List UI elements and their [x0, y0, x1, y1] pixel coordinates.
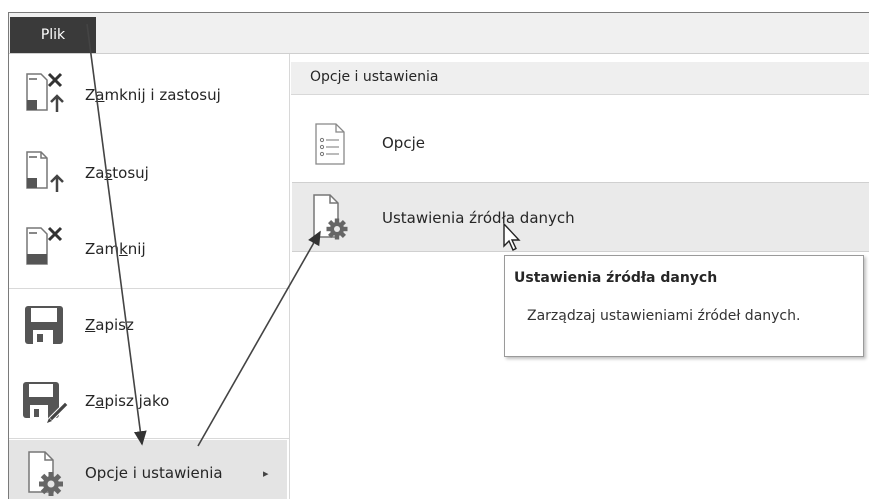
save-item[interactable]: Zapisz	[9, 290, 287, 360]
save-as-icon	[19, 376, 69, 426]
options-item[interactable]: Opcje	[292, 110, 869, 178]
save-label: Zapisz	[85, 316, 134, 334]
save-icon	[19, 300, 69, 350]
close-and-apply-label: Zamknij i zastosuj	[85, 86, 221, 104]
tooltip-description: Zarządzaj ustawieniami źródeł danych.	[527, 308, 801, 324]
close-apply-icon	[19, 70, 69, 120]
mouse-cursor-icon	[503, 222, 521, 251]
options-and-settings-item[interactable]: Opcje i ustawienia ▸	[9, 440, 287, 499]
apply-label: Zastosuj	[85, 164, 149, 182]
options-and-settings-label: Opcje i ustawienia	[85, 464, 223, 482]
tooltip: Ustawienia źródła danych Zarządzaj ustaw…	[504, 255, 864, 357]
panel-header: Opcje i ustawienia	[291, 62, 869, 95]
options-label: Opcje	[382, 134, 425, 152]
close-and-apply-item[interactable]: Zamknij i zastosuj	[9, 60, 287, 130]
submenu-arrow-icon: ▸	[263, 466, 269, 480]
save-as-label: Zapisz jako	[85, 392, 170, 410]
panel-header-label: Opcje i ustawienia	[310, 69, 439, 85]
save-as-item[interactable]: Zapisz jako	[9, 366, 287, 436]
menu-bar: Plik	[9, 13, 869, 54]
backstage-left-menu: Zamknij i zastosuj Zastosuj Zamknij Zapi…	[9, 54, 290, 499]
file-tab[interactable]: Plik	[10, 17, 96, 53]
options-settings-icon	[19, 448, 69, 498]
close-item[interactable]: Zamknij	[9, 214, 287, 284]
data-source-settings-item[interactable]: Ustawienia źródła danych	[292, 182, 869, 252]
apply-icon	[19, 148, 69, 198]
close-icon	[19, 224, 69, 274]
close-label: Zamknij	[85, 240, 146, 258]
tooltip-title: Ustawienia źródła danych	[514, 270, 718, 286]
options-list-icon	[310, 120, 350, 168]
data-source-settings-label: Ustawienia źródła danych	[382, 209, 575, 227]
apply-item[interactable]: Zastosuj	[9, 138, 287, 208]
data-source-settings-icon	[310, 193, 350, 241]
menu-separator	[9, 288, 289, 289]
menu-separator	[9, 438, 289, 439]
